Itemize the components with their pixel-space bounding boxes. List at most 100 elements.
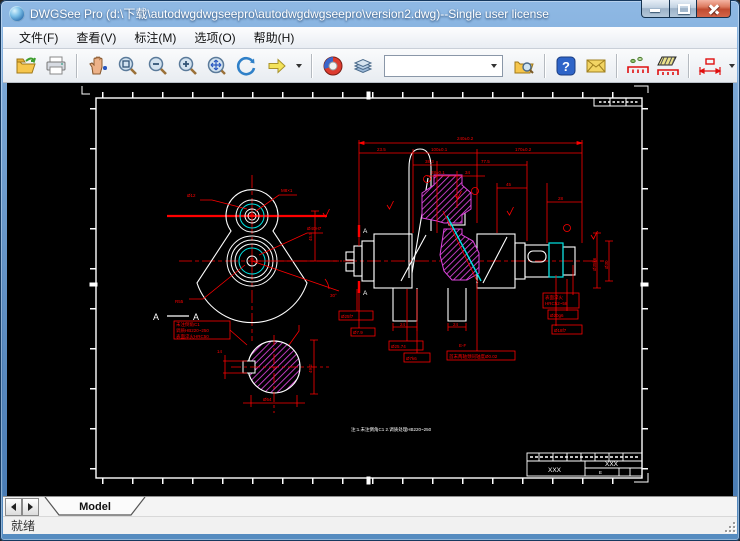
dim-label: 30° [330,293,337,298]
dimension-icon [697,53,723,79]
highlighted-segment [549,243,563,277]
zoom-out-icon [146,54,170,78]
callout-text: Ø7k6 [406,356,417,361]
layers-button[interactable] [350,52,376,79]
status-bar: 就绪 [3,516,737,534]
search-combobox[interactable] [384,55,503,77]
dim-label: 77.5 [481,159,490,164]
dim-label: 24 [453,322,459,327]
zoom-window-button[interactable] [115,52,141,79]
dim-label: 45 [506,182,512,187]
close-icon [714,9,715,10]
zoom-out-button[interactable] [145,52,171,79]
menu-view[interactable]: 查看(V) [68,27,124,48]
menu-markup[interactable]: 标注(M) [126,27,184,48]
dim-label: Ø35k6 [592,257,597,271]
callout-text: Ø25f7 [341,314,354,319]
callout-text: 表面淬火 [545,294,563,301]
minimize-button[interactable] [641,0,670,18]
color-settings-button[interactable] [320,52,346,79]
help-icon: ? [555,55,577,77]
go-next-button[interactable] [264,52,290,79]
open-file-button[interactable] [13,52,39,79]
dim-label: 240±0.2 [457,136,474,141]
drawing-canvas[interactable]: Ø40H7 M8×1 Ø12 R55 45.5 30° A A [7,83,733,496]
svg-text:?: ? [562,59,570,74]
print-icon [44,54,68,78]
resize-grip[interactable] [723,520,735,532]
help-button[interactable]: ? [553,52,579,79]
menu-help[interactable]: 帮助(H) [246,27,303,48]
print-button[interactable] [43,52,69,79]
window-title: DWGSee Pro (d:\下载\autodwgdwgseepro\autod… [30,5,549,22]
callout-text: 调质HB220~250 [176,327,209,334]
menu-file[interactable]: 文件(F) [11,27,66,48]
menu-options[interactable]: 选项(O) [186,27,243,48]
toolbar-separator [688,54,690,78]
zoom-in-button[interactable] [175,52,201,79]
title-block-field: XXX [548,467,562,474]
zoom-extents-icon [205,54,229,78]
maximize-icon [678,4,690,14]
dimension-dropdown[interactable] [729,64,735,68]
measure-distance-button[interactable] [625,52,651,79]
open-file-icon [14,54,38,78]
app-window: DWGSee Pro (d:\下载\autodwgdwgseepro\autod… [0,0,740,541]
find-folder-icon [512,54,536,78]
dim-label: Ø40H7 [307,226,322,231]
menu-bar: 文件(F) 查看(V) 标注(M) 选项(O) 帮助(H) [3,27,737,49]
section-title-right: A [193,312,199,322]
dim-label: 38.3 [425,159,434,164]
callout-text: Ø18f7 [554,328,567,333]
toolbar: ? [3,49,737,83]
find-in-drawing-button[interactable] [511,52,537,79]
section-mark: A [363,290,368,297]
rotate-view-button[interactable] [234,52,260,79]
pan-hand-icon [86,54,110,78]
tab-scroll-left-button[interactable] [5,498,22,516]
pan-button[interactable] [85,52,111,79]
sheet-frame [82,86,648,484]
hatched-web-upper [422,175,471,223]
callout-text: Ø20g6 [550,313,564,318]
tab-scroll-right-button[interactable] [22,498,39,516]
dim-label: 100±0.1 [431,147,448,152]
tab-model[interactable]: Model [43,497,163,516]
dimension-button[interactable] [697,52,723,79]
dim-label: 14 [217,349,223,354]
send-mail-button[interactable] [583,52,609,79]
callout-text: Ø7.9 [353,330,363,335]
color-wheel-icon [321,54,345,78]
dim-label: R55 [175,299,184,304]
toolbar-separator [544,54,546,78]
section-title-left: A [153,312,159,322]
title-block-field: XXX [605,461,619,468]
callout-text: Ø25.74 [391,344,406,349]
cad-drawing[interactable]: Ø40H7 M8×1 Ø12 R55 45.5 30° A A [7,83,733,496]
toolbar-separator [616,54,618,78]
toolbar-separator [76,54,78,78]
title-bar[interactable]: DWGSee Pro (d:\下载\autodwgdwgseepro\autod… [0,0,740,27]
dim-label: 28 [558,196,564,201]
dim-label: 170±0.2 [515,147,532,152]
canvas-border: Ø40H7 M8×1 Ø12 R55 45.5 30° A A [3,83,737,496]
zoom-window-icon [116,54,140,78]
combobox-dropdown-icon[interactable] [491,64,497,68]
zoom-extents-button[interactable] [204,52,230,79]
ef-label: E-F [459,343,467,348]
measure-distance-icon [625,53,651,79]
close-button[interactable] [697,0,731,18]
dim-label: 45.5 [308,232,313,241]
title-block-field: E [599,470,602,475]
callout-text: 未注倒角C1 [176,321,200,328]
mail-icon [584,54,608,78]
toolbar-separator [311,54,313,78]
maximize-button[interactable] [670,0,697,18]
dim-label: Ø12 [187,193,196,198]
measure-area-button[interactable] [655,52,681,79]
zoom-in-icon [176,54,200,78]
tech-note: 注:1.未注倒角C1 2.调质处理HB220~250 [351,426,432,433]
go-next-dropdown[interactable] [296,64,302,68]
dim-label: 28±0.1 [431,170,445,175]
measure-area-icon [655,53,681,79]
